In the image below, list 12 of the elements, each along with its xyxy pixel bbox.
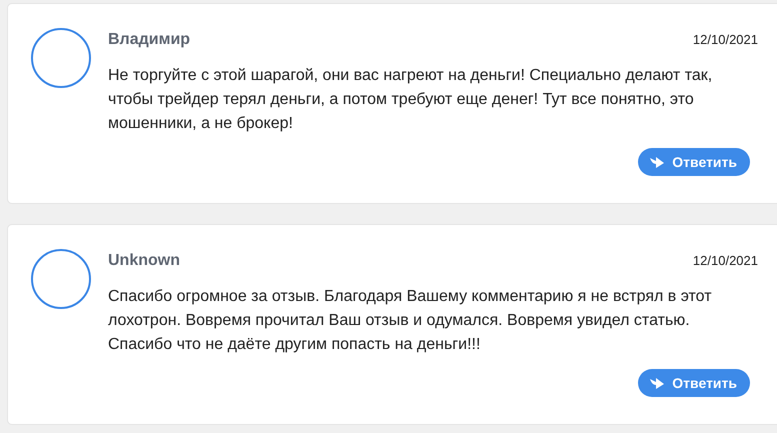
reply-button[interactable]: Ответить — [638, 369, 750, 397]
avatar-icon — [31, 28, 91, 88]
comment-date: 12/10/2021 — [692, 32, 758, 47]
reply-button[interactable]: Ответить — [638, 148, 750, 176]
reply-arrow-icon — [649, 156, 666, 168]
comment-text: Спасибо огромное за отзыв. Благодаря Вашему комментарию я не встрял в этот лохотрон. Вовремя прочитал Ваш отзыв и одумался. Вовремя увидел статью. Спасибо что не даёте другим попасть на деньги!!! — [108, 287, 713, 355]
reply-arrow-icon — [649, 377, 666, 389]
avatar-icon — [31, 249, 91, 309]
comment-text: Не торгуйте с этой шарагой, они вас нагреют на деньги! Специально делают так, чтобы трейдер терял деньги, а потом требуют еще денег! Тут все понятно, это мошенники, а не брокер! — [108, 66, 714, 134]
author-name: Владимир — [108, 31, 190, 49]
comment-date: 12/10/2021 — [692, 253, 758, 268]
author-name: Unknown — [108, 252, 180, 270]
